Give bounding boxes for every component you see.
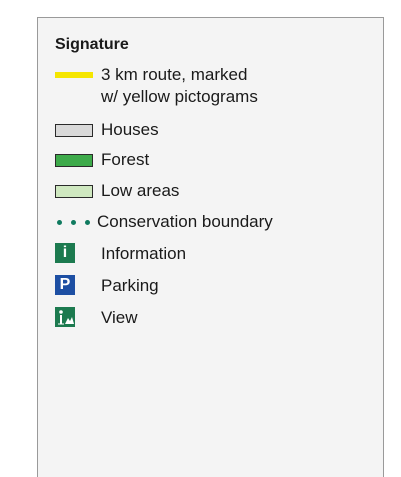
legend-label-forest: Forest xyxy=(101,150,150,169)
legend-label-route-line2: w/ yellow pictograms xyxy=(101,87,258,106)
forest-swatch xyxy=(55,149,93,171)
map-legend-panel: Signature 3 km route, marked w/ yellow p… xyxy=(37,17,384,477)
parking-icon: P xyxy=(55,275,75,295)
legend-item-low-areas: Low areas xyxy=(55,180,179,202)
legend-label-conservation-boundary: Conservation boundary xyxy=(97,212,273,231)
legend-item-conservation-boundary: Conservation boundary xyxy=(55,211,273,233)
legend-item-view: View xyxy=(55,307,138,329)
houses-swatch xyxy=(55,119,93,141)
legend-item-parking: P Parking xyxy=(55,275,159,297)
legend-label-parking: Parking xyxy=(101,276,159,295)
legend-item-route: 3 km route, marked w/ yellow pictograms xyxy=(55,64,258,108)
legend-item-houses: Houses xyxy=(55,119,159,141)
legend-item-forest: Forest xyxy=(55,149,149,171)
legend-label-information: Information xyxy=(101,244,187,263)
legend-title: Signature xyxy=(55,36,129,53)
viewpoint-icon xyxy=(55,307,75,327)
legend-label-route-line1: 3 km route, marked xyxy=(101,65,248,84)
route-line-symbol xyxy=(55,64,93,86)
information-icon: i xyxy=(55,243,75,263)
legend-label-view: View xyxy=(101,308,138,327)
legend-label-low-areas: Low areas xyxy=(101,181,180,200)
conservation-boundary-symbol xyxy=(55,211,93,233)
low-areas-swatch xyxy=(55,180,93,202)
legend-label-houses: Houses xyxy=(101,120,159,139)
legend-item-information: i Information xyxy=(55,243,186,265)
